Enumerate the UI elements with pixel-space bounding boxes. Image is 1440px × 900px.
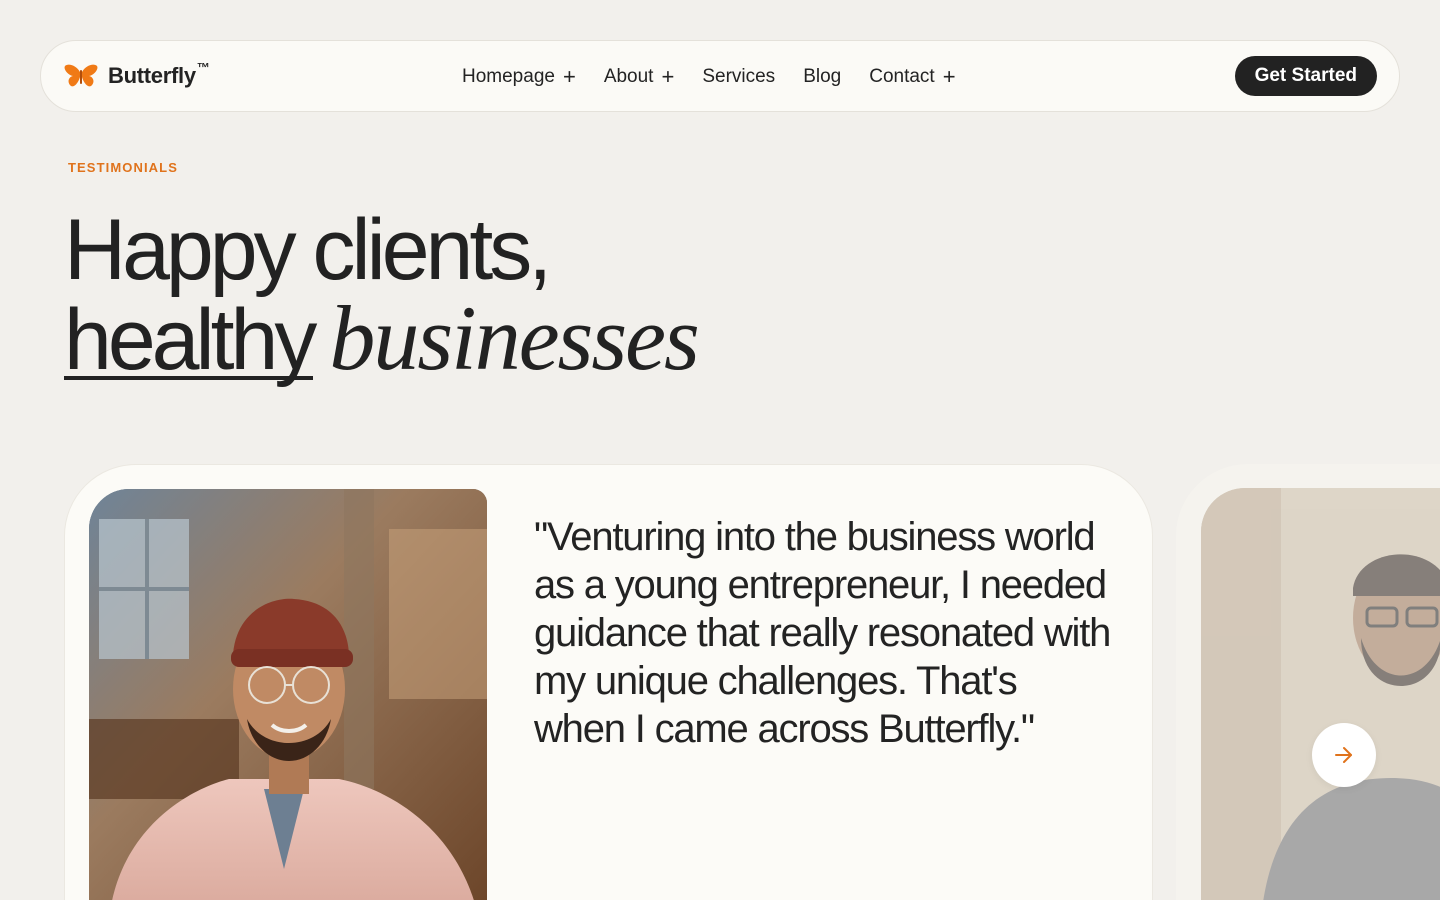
photo-illustration bbox=[89, 489, 487, 900]
nav-item-label: About bbox=[603, 66, 654, 87]
navbar: Butterfly™ Homepage + About + Services B… bbox=[40, 40, 1400, 112]
next-testimonial-card[interactable] bbox=[1176, 464, 1440, 900]
section-eyebrow: TESTIMONIALS bbox=[68, 160, 178, 175]
brand-name-text: Butterfly bbox=[108, 63, 196, 88]
nav-item-homepage[interactable]: Homepage + bbox=[462, 66, 576, 88]
nav-item-label: Contact bbox=[869, 66, 935, 87]
get-started-button[interactable]: Get Started bbox=[1234, 56, 1377, 96]
testimonial-quote: "Venturing into the business world as a … bbox=[534, 515, 1111, 751]
trademark-symbol: ™ bbox=[196, 60, 210, 75]
nav-item-blog[interactable]: Blog bbox=[803, 66, 841, 88]
brand-logo-link[interactable]: Butterfly™ bbox=[64, 60, 210, 89]
testimonial-card: "Venturing into the business world as a … bbox=[64, 464, 1153, 900]
nav-item-services[interactable]: Services bbox=[702, 66, 775, 88]
plus-icon: + bbox=[942, 64, 956, 89]
headline-italic-word: businesses bbox=[329, 287, 699, 389]
butterfly-logo-icon bbox=[64, 64, 98, 87]
plus-icon: + bbox=[661, 64, 675, 89]
carousel-next-button[interactable] bbox=[1312, 723, 1376, 787]
arrow-right-icon bbox=[1335, 747, 1352, 763]
brand-name: Butterfly™ bbox=[108, 60, 210, 89]
nav-item-label: Blog bbox=[803, 66, 842, 87]
next-person-photo bbox=[1201, 488, 1440, 900]
nav-item-label: Services bbox=[702, 66, 776, 87]
page-headline: Happy clients, healthy businesses bbox=[64, 202, 700, 388]
nav-item-contact[interactable]: Contact + bbox=[869, 66, 955, 88]
nav-links: Homepage + About + Services Blog Contact… bbox=[462, 41, 984, 113]
nav-item-about[interactable]: About + bbox=[604, 66, 675, 88]
next-photo-illustration bbox=[1201, 488, 1440, 900]
person-photo bbox=[89, 489, 487, 900]
nav-item-label: Homepage bbox=[462, 66, 555, 87]
headline-line-2: healthy businesses bbox=[64, 292, 700, 388]
plus-icon: + bbox=[562, 64, 576, 89]
headline-line-1: Happy clients, bbox=[64, 202, 552, 298]
headline-underlined-word: healthy bbox=[64, 292, 317, 388]
